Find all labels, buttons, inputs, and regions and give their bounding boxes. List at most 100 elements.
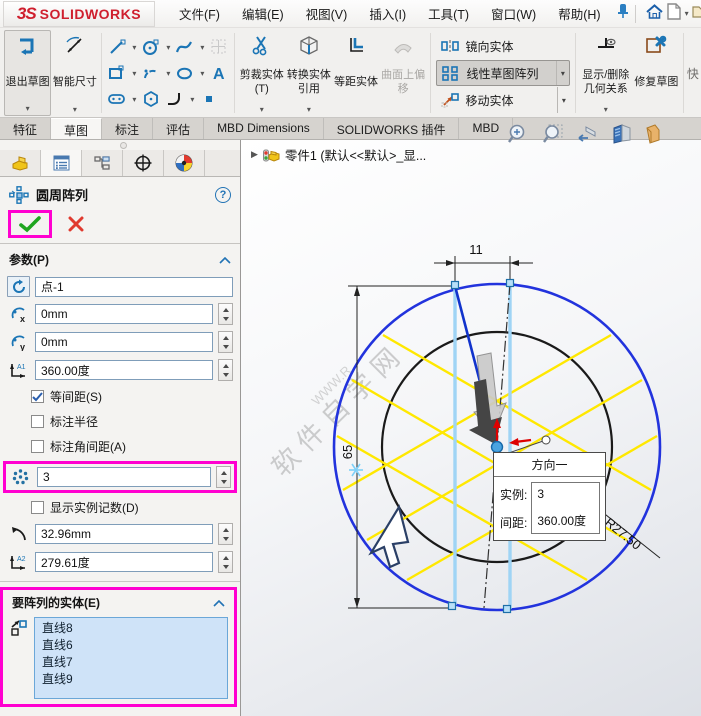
cancel-button[interactable] [68, 216, 84, 232]
menu-tools[interactable]: 工具(T) [428, 4, 469, 23]
feature-manager-tab[interactable] [0, 150, 41, 176]
exit-sketch-dropdown[interactable]: ▾ [26, 105, 30, 115]
rectangle-tool-dropdown[interactable]: ▾ [129, 69, 139, 78]
show-instance-count-checkbox[interactable] [31, 501, 44, 514]
zoom-fit-icon[interactable] [506, 124, 528, 149]
move-entities-dropdown[interactable]: ▾ [556, 87, 566, 113]
property-manager-tab[interactable] [41, 150, 82, 176]
text-tool-icon[interactable]: A [207, 61, 231, 85]
home-icon[interactable] [645, 3, 664, 25]
ellipse-tool-icon[interactable] [173, 61, 197, 85]
tab-annotation[interactable]: 标注 [102, 118, 154, 139]
dimension-angle-row[interactable]: 标注角间距(A) [0, 434, 240, 459]
feature-tree-item[interactable]: ▶ 零件1 (默认<<默认>_显... [251, 145, 426, 164]
pattern-radius-field[interactable] [35, 524, 213, 544]
equal-spacing-row[interactable]: 等间距(S) [0, 384, 240, 409]
arc-tool-icon[interactable] [139, 61, 163, 85]
instance-count-spinner[interactable] [216, 466, 231, 488]
panel-grip[interactable] [120, 142, 127, 149]
collapse-entities-icon[interactable] [213, 596, 225, 610]
mirror-entities-button[interactable]: 镜向实体 [436, 33, 570, 59]
line-tool-dropdown[interactable]: ▾ [129, 43, 139, 52]
tab-features[interactable]: 特征 [0, 118, 52, 139]
move-entities-button[interactable]: 移动实体 ▾ [436, 87, 570, 113]
previous-view-icon[interactable] [576, 124, 598, 149]
entity-item[interactable]: 直线6 [35, 637, 227, 654]
pattern-radius-spinner[interactable] [218, 523, 233, 545]
repair-sketch-button[interactable]: 修复草图 [633, 30, 680, 116]
menu-file[interactable]: 文件(F) [179, 4, 220, 23]
entity-item[interactable]: 直线9 [35, 671, 227, 688]
trim-entities-dropdown[interactable]: ▾ [260, 106, 264, 116]
dimension-height-value[interactable]: 65 [340, 445, 355, 459]
smart-dimension-button[interactable]: 智能尺寸 ▾ [51, 30, 98, 116]
zoom-area-icon[interactable] [541, 124, 563, 149]
section-view-icon[interactable] [611, 124, 633, 149]
arc-angle-field[interactable] [35, 552, 213, 572]
linear-sketch-pattern-button[interactable]: 线性草图阵列 ▾ [435, 60, 570, 86]
offset-entities-button[interactable]: 等距实体 [332, 30, 379, 116]
tab-evaluate[interactable]: 评估 [153, 118, 205, 139]
line-tool-icon[interactable] [105, 35, 129, 59]
parameters-section-header[interactable]: 参数(P) [0, 244, 240, 273]
open-document-icon[interactable] [691, 3, 701, 24]
pattern-center-field[interactable] [35, 276, 233, 297]
convert-entities-button[interactable]: 转换实体引用 ▾ [285, 30, 332, 116]
reverse-direction-icon[interactable] [7, 276, 30, 297]
entity-item[interactable]: 直线8 [35, 620, 227, 637]
slot-tool-dropdown[interactable]: ▾ [129, 95, 139, 104]
center-y-spinner[interactable] [218, 331, 233, 353]
entities-section-header[interactable]: 要阵列的实体(E) [3, 590, 234, 616]
rectangle-tool-icon[interactable] [105, 61, 129, 85]
appearance-icon[interactable] [646, 124, 660, 149]
center-y-field[interactable] [35, 332, 213, 352]
dimension-radius-row[interactable]: 标注半径 [0, 409, 240, 434]
show-instance-count-row[interactable]: 显示实例记数(D) [0, 495, 240, 520]
tab-mbd-dimensions[interactable]: MBD Dimensions [204, 118, 324, 139]
slot-tool-icon[interactable] [105, 87, 129, 111]
menu-view[interactable]: 视图(V) [306, 4, 348, 23]
tree-expand-icon[interactable]: ▶ [251, 149, 258, 160]
dimension-radius-checkbox[interactable] [31, 415, 44, 428]
circle-tool-dropdown[interactable]: ▾ [163, 43, 173, 52]
callout-values-box[interactable]: 3 360.00度 [531, 482, 600, 534]
callout-instances-value[interactable]: 3 [537, 487, 594, 501]
entity-item[interactable]: 直线7 [35, 654, 227, 671]
convert-entities-dropdown[interactable]: ▾ [307, 106, 311, 116]
ellipse-tool-dropdown[interactable]: ▾ [197, 69, 207, 78]
arc-angle-spinner[interactable] [218, 551, 233, 573]
display-manager-tab[interactable] [164, 150, 205, 176]
trim-entities-button[interactable]: 剪裁实体(T) ▾ [238, 30, 285, 116]
part-name[interactable]: 零件1 (默认<<默认>_显... [285, 145, 426, 164]
center-x-field[interactable] [35, 304, 213, 324]
callout-anchor[interactable] [541, 435, 551, 445]
point-tool-icon[interactable] [197, 87, 221, 111]
center-x-spinner[interactable] [218, 303, 233, 325]
dimension-angle-checkbox[interactable] [31, 440, 44, 453]
polygon-tool-icon[interactable] [139, 87, 163, 111]
graphics-area[interactable]: 软件自学网 WWW.R 11 65 R27.50 ▶ 零件1 (默认<<默认>_… [241, 140, 701, 716]
menu-edit[interactable]: 编辑(E) [242, 4, 284, 23]
menu-help[interactable]: 帮助(H) [558, 4, 600, 23]
tab-sketch[interactable]: 草图 [51, 118, 103, 139]
display-relations-button[interactable]: 显示/删除几何关系 ▾ [579, 30, 633, 116]
equal-spacing-checkbox[interactable] [31, 390, 44, 403]
pattern-center-point[interactable] [490, 440, 504, 454]
new-document-icon[interactable] [666, 2, 682, 25]
exit-sketch-button[interactable]: 退出草图 ▾ [4, 30, 52, 116]
tab-solidworks-addins[interactable]: SOLIDWORKS 插件 [324, 118, 460, 139]
total-angle-spinner[interactable] [218, 359, 233, 381]
fillet-tool-dropdown[interactable]: ▾ [187, 95, 197, 104]
dimension-width-value[interactable]: 11 [469, 242, 483, 257]
new-document-dropdown[interactable]: ▾ [685, 9, 689, 18]
menu-window[interactable]: 窗口(W) [491, 4, 536, 23]
menu-insert[interactable]: 插入(I) [369, 4, 406, 23]
pin-menu-icon[interactable] [615, 3, 629, 24]
fillet-tool-icon[interactable] [163, 87, 187, 111]
help-icon[interactable]: ? [215, 186, 231, 203]
circle-tool-icon[interactable] [139, 35, 163, 59]
collapse-parameters-icon[interactable] [219, 253, 231, 267]
pattern-callout[interactable]: 方向一 实例: 间距: 3 360.00度 [493, 452, 606, 541]
configuration-manager-tab[interactable] [82, 150, 123, 176]
total-angle-field[interactable] [35, 360, 213, 380]
